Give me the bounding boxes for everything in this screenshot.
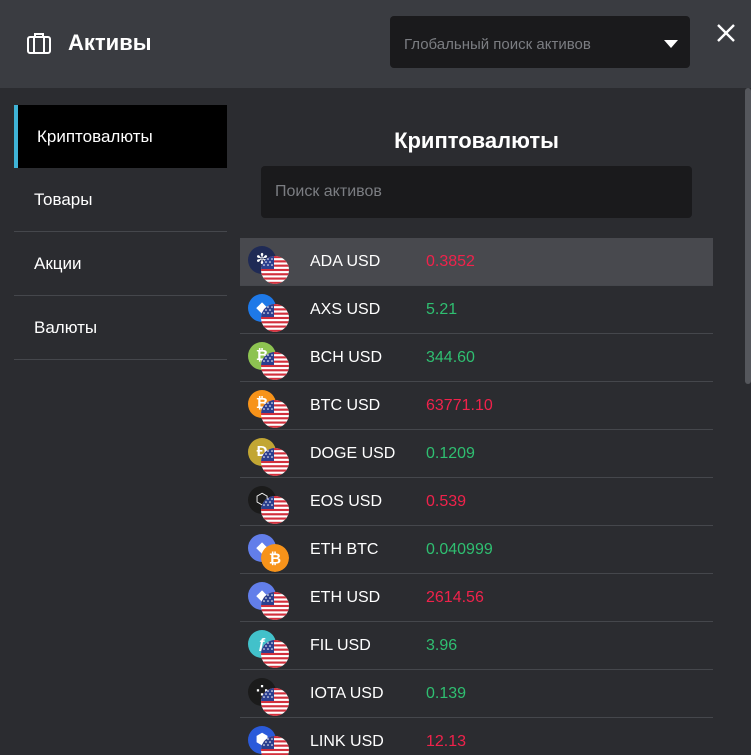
svg-text:₿: ₿ — [269, 549, 281, 567]
asset-price: 0.139 — [426, 684, 467, 702]
asset-price: 0.1209 — [426, 444, 475, 462]
asset-name: ADA USD — [310, 252, 381, 270]
us-flag-icon — [261, 447, 289, 476]
asset-name: BCH USD — [310, 348, 383, 366]
asset-icon-pair: ◆ ₿ — [248, 530, 292, 572]
asset-name: ETH USD — [310, 588, 381, 606]
asset-list: ✼ ADA USD 0.3852 ◆ AXS USD 5.21 ₿ BCH USD 344.60… — [240, 238, 713, 755]
chevron-down-icon — [664, 40, 678, 48]
close-icon[interactable] — [715, 22, 737, 44]
briefcase-icon — [27, 33, 51, 54]
header: Активы Глобальный поиск активов — [0, 0, 751, 88]
scrollbar[interactable] — [745, 88, 751, 384]
asset-row[interactable]: Ð DOGE USD 0.1209 — [240, 430, 713, 478]
asset-row[interactable]: ◆ ETH USD 2614.56 — [240, 574, 713, 622]
asset-price: 344.60 — [426, 348, 475, 366]
us-flag-icon — [261, 639, 289, 668]
section-title: Криптовалюты — [394, 128, 559, 153]
asset-icon-pair: ƒ — [248, 626, 292, 668]
header-title-wrap: Активы — [26, 30, 152, 56]
asset-row[interactable]: ✼ ADA USD 0.3852 — [240, 238, 713, 286]
asset-row[interactable]: ₿ BCH USD 344.60 — [240, 334, 713, 382]
asset-search — [261, 166, 692, 218]
asset-row[interactable]: ₿ BTC USD 63771.10 — [240, 382, 713, 430]
asset-row[interactable]: ◆ ₿ ETH BTC 0.040999 — [240, 526, 713, 574]
asset-price: 63771.10 — [426, 396, 493, 414]
us-flag-icon — [261, 591, 289, 620]
asset-icon-pair: ₿ — [248, 338, 292, 380]
asset-price: 5.21 — [426, 300, 458, 318]
asset-icon-pair: ₿ — [248, 386, 292, 428]
category-sidebar: Криптовалюты Товары Акции Валюты — [14, 105, 227, 360]
asset-name: EOS USD — [310, 492, 383, 510]
asset-name: DOGE USD — [310, 444, 396, 462]
asset-name: BTC USD — [310, 396, 381, 414]
sidebar-item-label: Акции — [34, 253, 82, 273]
us-flag-icon — [261, 687, 289, 716]
asset-price: 3.96 — [426, 636, 458, 654]
asset-name: IOTA USD — [310, 684, 384, 702]
sidebar-item-stocks[interactable]: Акции — [14, 232, 227, 296]
asset-price: 0.539 — [426, 492, 467, 510]
sidebar-item-label: Валюты — [34, 317, 98, 337]
global-search-placeholder: Глобальный поиск активов — [404, 36, 591, 53]
sidebar-item-crypto[interactable]: Криптовалюты — [14, 105, 227, 168]
asset-icon-pair: Ð — [248, 434, 292, 476]
us-flag-icon — [261, 303, 289, 332]
asset-row[interactable]: ⁘ IOTA USD 0.139 — [240, 670, 713, 718]
asset-row[interactable]: ◆ AXS USD 5.21 — [240, 286, 713, 334]
asset-icon-pair: ✼ — [248, 242, 292, 284]
us-flag-icon — [261, 399, 289, 428]
sidebar-item-commodities[interactable]: Товары — [14, 168, 227, 232]
asset-row[interactable]: ⬢ LINK USD 12.13 — [240, 718, 713, 755]
asset-name: AXS USD — [310, 300, 381, 318]
asset-name: FIL USD — [310, 636, 371, 654]
asset-name: ETH BTC — [310, 540, 379, 558]
sidebar-item-label: Криптовалюты — [37, 126, 153, 146]
asset-price: 0.3852 — [426, 252, 475, 270]
asset-name: LINK USD — [310, 732, 384, 750]
us-flag-icon — [261, 735, 289, 755]
page-title: Активы — [68, 30, 152, 55]
asset-price: 2614.56 — [426, 588, 484, 606]
asset-price: 12.13 — [426, 732, 467, 750]
asset-icon-pair: ⁘ — [248, 674, 292, 716]
sidebar-item-currencies[interactable]: Валюты — [14, 296, 227, 360]
us-flag-icon — [261, 351, 289, 380]
bitcoin-icon: ₿ — [261, 543, 289, 572]
asset-icon-pair: ◆ — [248, 290, 292, 332]
asset-icon-pair: ⬢ — [248, 722, 292, 755]
global-asset-search-dropdown[interactable]: Глобальный поиск активов — [390, 16, 690, 68]
us-flag-icon — [261, 495, 289, 524]
asset-price: 0.040999 — [426, 540, 493, 558]
us-flag-icon — [261, 255, 289, 284]
asset-icon-pair: ◆ — [248, 578, 292, 620]
asset-row[interactable]: ƒ FIL USD 3.96 — [240, 622, 713, 670]
asset-icon-pair: ⬡ — [248, 482, 292, 524]
asset-row[interactable]: ⬡ EOS USD 0.539 — [240, 478, 713, 526]
sidebar-item-label: Товары — [34, 189, 93, 209]
asset-search-input[interactable] — [261, 166, 692, 218]
